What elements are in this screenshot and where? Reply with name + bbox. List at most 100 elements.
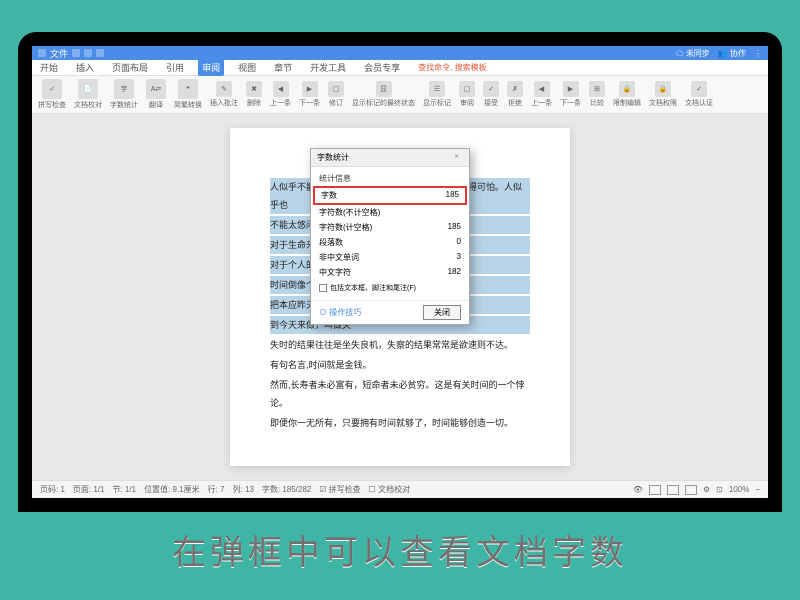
status-section[interactable]: 节: 1/1 [112, 484, 136, 495]
tool-拼写检查[interactable]: ✓拼写检查 [38, 79, 66, 110]
view-mode-3-icon[interactable] [685, 485, 697, 495]
text-line[interactable]: 即便你一无所有，只要拥有时间就够了，时间能够创造一切。 [270, 414, 530, 432]
tool-审阅[interactable]: ▢审阅 [459, 81, 475, 108]
tool-显示标记的最终状态[interactable]: 显显示标记的最终状态 [352, 81, 415, 108]
view-mode-2-icon[interactable] [667, 485, 679, 495]
stat-label: 字符数(计空格) [319, 222, 372, 233]
tool-label: 比较 [590, 98, 604, 108]
titlebar: 文件 ☁ 未同步 👥 协作 ⋮ [32, 46, 768, 60]
tab-chapter[interactable]: 章节 [270, 59, 296, 76]
status-col[interactable]: 列: 13 [233, 484, 254, 495]
tool-文档认证[interactable]: ✓文档认证 [685, 81, 713, 108]
tool-icon: ◀ [273, 81, 289, 97]
tool-icon: ✓ [691, 81, 707, 97]
status-line[interactable]: 行: 7 [208, 484, 225, 495]
file-menu[interactable]: 文件 [50, 47, 68, 60]
tool-icon: ▶ [302, 81, 318, 97]
status-words[interactable]: 字数: 185/282 [262, 484, 311, 495]
app-window: 文件 ☁ 未同步 👥 协作 ⋮ 开始 插入 页面布局 引用 审阅 视图 章节 开… [32, 46, 768, 498]
tool-简繁转换[interactable]: ❝简繁转换 [174, 79, 202, 110]
tab-view[interactable]: 视图 [234, 59, 260, 76]
share-icon[interactable]: ⋮ [754, 49, 762, 58]
tool-label: 插入批注 [210, 98, 238, 108]
tool-修订[interactable]: ▢修订 [328, 81, 344, 108]
tab-dev[interactable]: 开发工具 [306, 59, 350, 76]
word-count-dialog: 字数统计 × 统计信息 字数185字符数(不计空格)字符数(计空格)185段落数… [310, 148, 470, 325]
tips-link[interactable]: ⊙ 操作技巧 [319, 307, 361, 318]
sync-status[interactable]: ☁ 未同步 [676, 48, 710, 59]
eye-icon[interactable]: 👁 [633, 485, 643, 494]
redo-icon[interactable] [96, 49, 104, 57]
tool-label: 简繁转换 [174, 100, 202, 110]
tool-label: 翻译 [149, 100, 163, 110]
zoom-fit-icon[interactable]: ⊡ [716, 485, 723, 494]
status-spellcheck[interactable]: ☑ 拼写检查 [319, 484, 360, 495]
stat-row: 字符数(计空格)185 [311, 220, 469, 235]
text-line[interactable]: 有句名言,时间就是金钱。 [270, 356, 530, 374]
status-page-of[interactable]: 页面: 1/1 [73, 484, 105, 495]
tool-label: 显示标记的最终状态 [352, 98, 415, 108]
status-proof[interactable]: ☐ 文档校对 [369, 484, 410, 495]
stat-value: 0 [457, 237, 461, 248]
tool-label: 接受 [484, 98, 498, 108]
tab-reference[interactable]: 引用 [162, 59, 188, 76]
tool-比较[interactable]: ⊞比较 [589, 81, 605, 108]
tool-icon: 📄 [78, 79, 98, 99]
settings-icon[interactable]: ⚙ [703, 485, 710, 494]
tool-拒绝[interactable]: ✗拒绝 [507, 81, 523, 108]
tool-icon: ⊞ [589, 81, 605, 97]
tool-label: 上一条 [270, 98, 291, 108]
tab-insert[interactable]: 插入 [72, 59, 98, 76]
tab-review[interactable]: 审阅 [198, 59, 224, 76]
tool-删除[interactable]: ✖删除 [246, 81, 262, 108]
tool-文档校对[interactable]: 📄文档校对 [74, 79, 102, 110]
close-button[interactable]: 关闭 [423, 305, 461, 320]
tool-限制编辑[interactable]: 🔒限制编辑 [613, 81, 641, 108]
tool-上一条[interactable]: ◀上一条 [270, 81, 291, 108]
tool-字数统计[interactable]: 字字数统计 [110, 79, 138, 110]
document-page[interactable]: 人似乎不能太忙碌，太忙碌了，便会觉得时光短暂得可怕。人似乎也不能太悠闲，太悠闲 … [230, 128, 570, 466]
zoom-level[interactable]: 100% [729, 485, 749, 494]
tool-下一条[interactable]: ▶下一条 [299, 81, 320, 108]
tool-显示标记[interactable]: ☰显示标记 [423, 81, 451, 108]
stat-row: 中文字符182 [311, 265, 469, 280]
status-position[interactable]: 位置值: 9.1厘米 [144, 484, 200, 495]
tool-文档权限[interactable]: 🔒文档权限 [649, 81, 677, 108]
include-checkbox-row[interactable]: 包括文本框、脚注和尾注(F) [311, 280, 469, 296]
tab-start[interactable]: 开始 [36, 59, 62, 76]
ribbon-tabs: 开始 插入 页面布局 引用 审阅 视图 章节 开发工具 会员专享 查找命令, 搜… [32, 60, 768, 76]
monitor-frame: 文件 ☁ 未同步 👥 协作 ⋮ 开始 插入 页面布局 引用 审阅 视图 章节 开… [18, 32, 782, 512]
tutorial-caption: 在弹框中可以查看文档字数 [0, 525, 800, 574]
text-line[interactable]: 失时的结果往往是坐失良机，失察的结果常常是欲速则不达。 [270, 336, 530, 354]
tool-icon: ▢ [328, 81, 344, 97]
stat-value: 182 [448, 267, 461, 278]
close-icon[interactable]: × [450, 152, 463, 163]
tool-翻译[interactable]: A⇄翻译 [146, 79, 166, 110]
tool-label: 文档权限 [649, 98, 677, 108]
undo-icon[interactable] [84, 49, 92, 57]
text-line[interactable]: 然而,长寿者未必富有，短命者未必贫穷。这是有关时间的一个悖论。 [270, 376, 530, 412]
tool-插入批注[interactable]: ✎插入批注 [210, 81, 238, 108]
tool-icon: 🔒 [655, 81, 671, 97]
tool-icon: 显 [376, 81, 392, 97]
tool-label: 字数统计 [110, 100, 138, 110]
tool-label: 修订 [329, 98, 343, 108]
tool-下一条[interactable]: ▶下一条 [560, 81, 581, 108]
stat-row: 字符数(不计空格) [311, 205, 469, 220]
tool-label: 下一条 [560, 98, 581, 108]
tab-layout[interactable]: 页面布局 [108, 59, 152, 76]
command-search[interactable]: 查找命令, 搜索模板 [418, 62, 486, 73]
save-icon[interactable] [72, 49, 80, 57]
view-mode-1-icon[interactable] [649, 485, 661, 495]
zoom-out-icon[interactable]: − [755, 485, 760, 494]
statusbar: 页码: 1 页面: 1/1 节: 1/1 位置值: 9.1厘米 行: 7 列: … [32, 480, 768, 498]
tab-member[interactable]: 会员专享 [360, 59, 404, 76]
status-page[interactable]: 页码: 1 [40, 484, 65, 495]
checkbox-icon[interactable] [319, 284, 327, 292]
collab-button[interactable]: 👥 协作 [718, 48, 746, 59]
tool-icon: ✗ [507, 81, 523, 97]
stat-label: 字数 [321, 190, 337, 201]
tool-接受[interactable]: ✓接受 [483, 81, 499, 108]
checkbox-label: 包括文本框、脚注和尾注(F) [330, 283, 416, 293]
tool-上一条[interactable]: ◀上一条 [531, 81, 552, 108]
